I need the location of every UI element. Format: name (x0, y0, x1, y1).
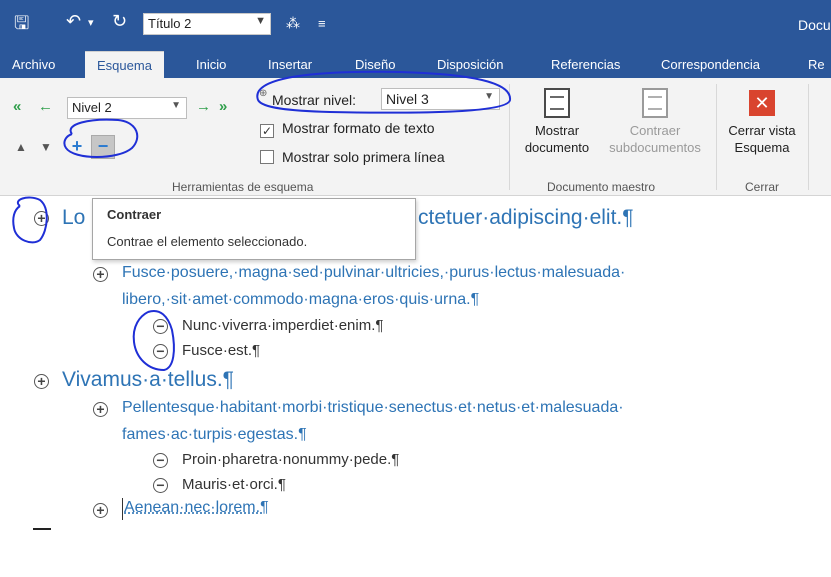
outline-expand-symbol-icon[interactable]: + (93, 267, 108, 282)
outline-expand-symbol-icon[interactable]: + (93, 402, 108, 417)
tab-referencias[interactable]: Referencias (551, 51, 620, 78)
expand-button[interactable]: + (66, 136, 88, 158)
undo-dropdown-icon[interactable]: ▾ (88, 16, 94, 29)
outline-collapse-symbol-icon[interactable]: − (153, 344, 168, 359)
tab-revisar[interactable]: Re (808, 51, 825, 78)
promote-to-heading1-icon[interactable]: « (13, 98, 21, 115)
show-document-icon (544, 88, 570, 118)
outline-body-line[interactable]: Mauris·et·orci.¶ (182, 476, 286, 493)
show-text-format-option[interactable]: ✓ Mostrar formato de texto (260, 120, 435, 138)
show-text-format-checkbox[interactable]: ✓ (260, 124, 274, 138)
show-document-label-1: Mostrar (534, 123, 580, 138)
collapse-button[interactable]: − (91, 135, 115, 159)
show-first-line-option[interactable]: Mostrar solo primera línea (260, 149, 445, 165)
promote-icon[interactable]: ← (38, 98, 53, 115)
text-cursor (122, 498, 123, 520)
chevron-down-icon: ▼ (484, 91, 494, 102)
minus-icon: − (97, 136, 109, 156)
ribbon-separator (808, 84, 809, 190)
collapse-subdocuments-label-1: Contraer (629, 123, 681, 138)
show-level-select[interactable]: Nivel 3 ▼ (381, 88, 500, 110)
plus-icon: + (71, 136, 83, 156)
structure-icon[interactable]: ⁂ (286, 15, 300, 32)
show-document-label-2: documento (524, 140, 590, 155)
ribbon-separator (716, 84, 717, 190)
tab-esquema[interactable]: Esquema (85, 51, 164, 78)
chevron-down-icon: ▼ (171, 100, 181, 111)
undo-icon[interactable]: ↶ (66, 11, 81, 32)
tab-inicio[interactable]: Inicio (196, 51, 226, 78)
collapse-subdocuments-icon (642, 88, 668, 118)
style-quick-select-value: Título 2 (148, 16, 192, 31)
style-quick-select[interactable]: Título 2 ▼ (143, 13, 271, 35)
show-level-value: Nivel 3 (386, 91, 429, 107)
tooltip: Contraer Contrae el elemento seleccionad… (92, 198, 416, 260)
demote-to-body-icon[interactable]: » (219, 98, 227, 115)
outline-subheading-continued[interactable]: libero,·sit·amet·commodo·magna·eros·quis… (122, 291, 479, 309)
outline-body-line[interactable]: Nunc·viverra·imperdiet·enim.¶ (182, 317, 383, 334)
document-title: Docu (798, 17, 831, 33)
outline-body-line[interactable]: Fusce·est.¶ (182, 342, 260, 359)
show-first-line-label: Mostrar solo primera línea (282, 149, 445, 165)
customize-toolbar-icon[interactable]: ≡ (318, 16, 326, 31)
outline-subheading-continued[interactable]: fames·ac·turpis·egestas.¶ (122, 426, 307, 444)
save-icon[interactable]: 🖫 (14, 11, 29, 41)
show-first-line-checkbox[interactable] (260, 150, 274, 164)
outline-body-line[interactable]: Proin·pharetra·nonummy·pede.¶ (182, 451, 399, 468)
ribbon-tabs: Archivo Esquema Inicio Insertar Diseño D… (0, 51, 831, 78)
close-icon: ✕ (749, 90, 775, 116)
ribbon: « ← Nivel 2 ▼ → » ▲ ▼ + − Herramientas d… (0, 78, 831, 196)
outline-collapse-symbol-icon[interactable]: − (153, 478, 168, 493)
tab-archivo[interactable]: Archivo (12, 51, 55, 78)
group-label-master-document: Documento maestro (547, 180, 656, 194)
title-bar: 🖫 ↶ ▾ ↻ Título 2 ▼ ⁂ ≡ Docu (0, 0, 831, 51)
show-level-icon: ⊕ (259, 88, 268, 99)
outline-subheading[interactable]: Pellentesque·habitant·morbi·tristique·se… (122, 399, 624, 417)
show-text-format-label: Mostrar formato de texto (282, 120, 435, 136)
close-outline-view-button[interactable]: ✕ Cerrar vista Esquema (722, 90, 802, 156)
tab-diseno[interactable]: Diseño (355, 51, 395, 78)
outline-collapse-symbol-icon[interactable]: − (153, 453, 168, 468)
show-document-button[interactable]: Mostrar documento (514, 88, 600, 156)
outline-expand-symbol-icon[interactable]: + (34, 374, 49, 389)
outline-expand-symbol-icon[interactable]: + (93, 503, 108, 518)
redo-icon[interactable]: ↻ (112, 11, 127, 32)
outline-expand-symbol-icon[interactable]: + (34, 211, 49, 226)
tooltip-body: Contrae el elemento seleccionado. (107, 234, 308, 249)
outline-collapse-symbol-icon[interactable]: − (153, 319, 168, 334)
group-label-outline-tools: Herramientas de esquema (172, 180, 314, 194)
close-outline-label-2: Esquema (734, 140, 790, 155)
outline-heading[interactable]: Vivamus·a·tellus.¶ (62, 368, 234, 392)
outline-level-value: Nivel 2 (72, 100, 112, 115)
outline-heading[interactable]: Lo (62, 206, 85, 230)
outline-subheading[interactable]: Aenean·nec·lorem.¶ (124, 499, 269, 517)
tab-correspondencia[interactable]: Correspondencia (661, 51, 760, 78)
end-of-document-marker (33, 528, 51, 530)
demote-icon[interactable]: → (196, 98, 211, 115)
outline-subheading[interactable]: Fusce·posuere,·magna·sed·pulvinar·ultric… (122, 264, 625, 282)
outline-heading-continued[interactable]: ctetuer·adipiscing·elit.¶ (418, 206, 634, 230)
collapse-subdocuments-button[interactable]: Contraer subdocumentos (598, 88, 712, 156)
collapse-subdocuments-label-2: subdocumentos (609, 140, 701, 155)
group-label-close: Cerrar (745, 180, 780, 194)
move-down-icon[interactable]: ▼ (40, 140, 52, 154)
close-outline-label-1: Cerrar vista (728, 123, 796, 138)
tooltip-title: Contraer (107, 207, 162, 222)
outline-level-select[interactable]: Nivel 2 ▼ (67, 97, 187, 119)
chevron-down-icon: ▼ (255, 15, 266, 27)
tab-disposicion[interactable]: Disposición (437, 51, 503, 78)
annotation-circle-collapse-symbols (132, 310, 175, 372)
show-level-label: Mostrar nivel: (272, 92, 357, 108)
move-up-icon[interactable]: ▲ (15, 140, 27, 154)
ribbon-separator (509, 84, 510, 190)
tab-insertar[interactable]: Insertar (268, 51, 312, 78)
